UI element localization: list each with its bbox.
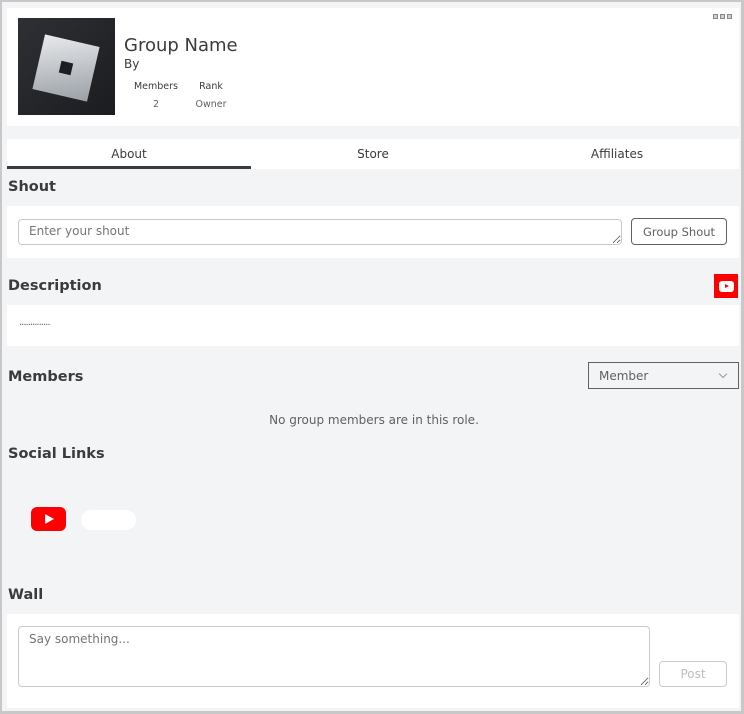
group-page: Group Name By Members 2 Rank Owner About…	[0, 0, 744, 714]
description-title: Description	[8, 278, 102, 294]
description-panel: ..............	[7, 305, 739, 346]
role-dropdown[interactable]: Member	[588, 362, 739, 389]
group-owner-label: By	[124, 57, 140, 71]
group-emblem	[18, 18, 115, 115]
wall-post-input[interactable]	[18, 626, 650, 687]
rank-stat-value: Owner	[195, 99, 227, 110]
wall-title: Wall	[8, 587, 44, 603]
group-tabs: About Store Affiliates	[7, 139, 739, 169]
tab-about[interactable]: About	[7, 139, 251, 169]
group-shout-button[interactable]: Group Shout	[631, 218, 727, 245]
group-header: Group Name By Members 2 Rank Owner	[7, 8, 739, 126]
members-title: Members	[8, 369, 84, 385]
chevron-down-icon	[718, 369, 728, 379]
group-name: Group Name	[124, 35, 238, 56]
description-text: ..............	[19, 317, 51, 328]
roblox-logo-icon	[32, 34, 100, 102]
social-links-title: Social Links	[8, 446, 105, 462]
shout-title: Shout	[8, 179, 56, 195]
social-link-label[interactable]	[81, 510, 136, 530]
tab-store[interactable]: Store	[251, 139, 495, 169]
members-stat-label: Members	[133, 81, 179, 92]
tab-affiliates[interactable]: Affiliates	[495, 139, 739, 169]
members-stat-value: 2	[152, 99, 160, 110]
shout-input[interactable]	[18, 219, 622, 245]
more-options-icon[interactable]	[713, 14, 732, 19]
post-button[interactable]: Post	[659, 661, 727, 687]
wall-panel: Post	[7, 614, 739, 708]
shout-panel: Group Shout	[7, 206, 739, 258]
youtube-icon[interactable]	[31, 507, 66, 531]
role-dropdown-value: Member	[599, 369, 649, 383]
rank-stat-label: Rank	[199, 81, 223, 92]
youtube-icon[interactable]	[714, 274, 738, 298]
no-members-message: No group members are in this role.	[269, 413, 479, 427]
